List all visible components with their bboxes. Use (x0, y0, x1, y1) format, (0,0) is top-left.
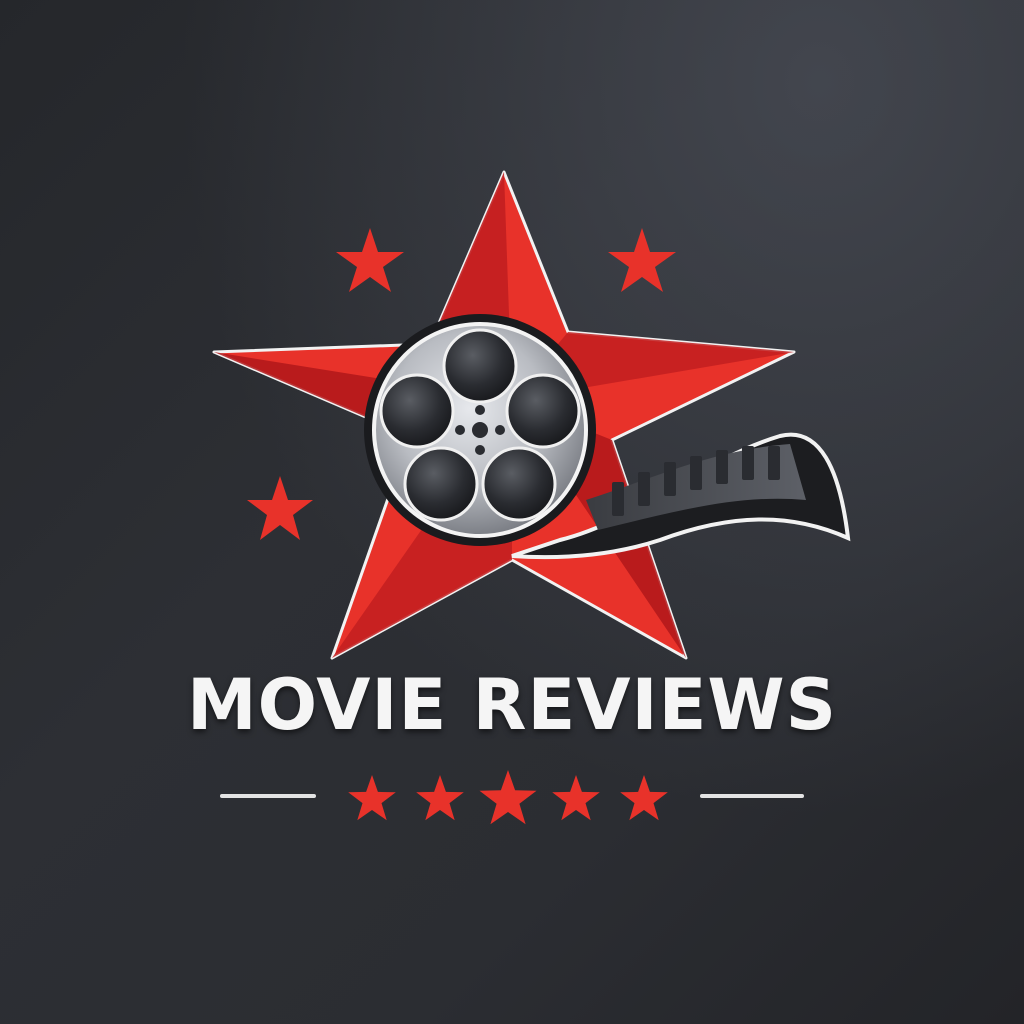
rating-row (220, 770, 804, 825)
logo-canvas: MOVIE REVIEWS (0, 0, 1024, 1024)
divider-right (700, 794, 804, 798)
small-star-icon (247, 476, 313, 540)
divider-left (220, 794, 316, 798)
small-star-icon (608, 228, 676, 292)
rating-star-icon (620, 775, 668, 821)
brand-title: MOVIE REVIEWS (186, 664, 838, 746)
film-reel-icon (364, 314, 596, 546)
rating-star-icon (416, 775, 464, 821)
rating-stars (348, 770, 668, 825)
rating-star-icon (552, 775, 600, 821)
rating-star-icon (348, 775, 396, 821)
logo-emblem (212, 170, 851, 825)
rating-star-icon (479, 770, 537, 825)
small-star-icon (336, 228, 404, 292)
